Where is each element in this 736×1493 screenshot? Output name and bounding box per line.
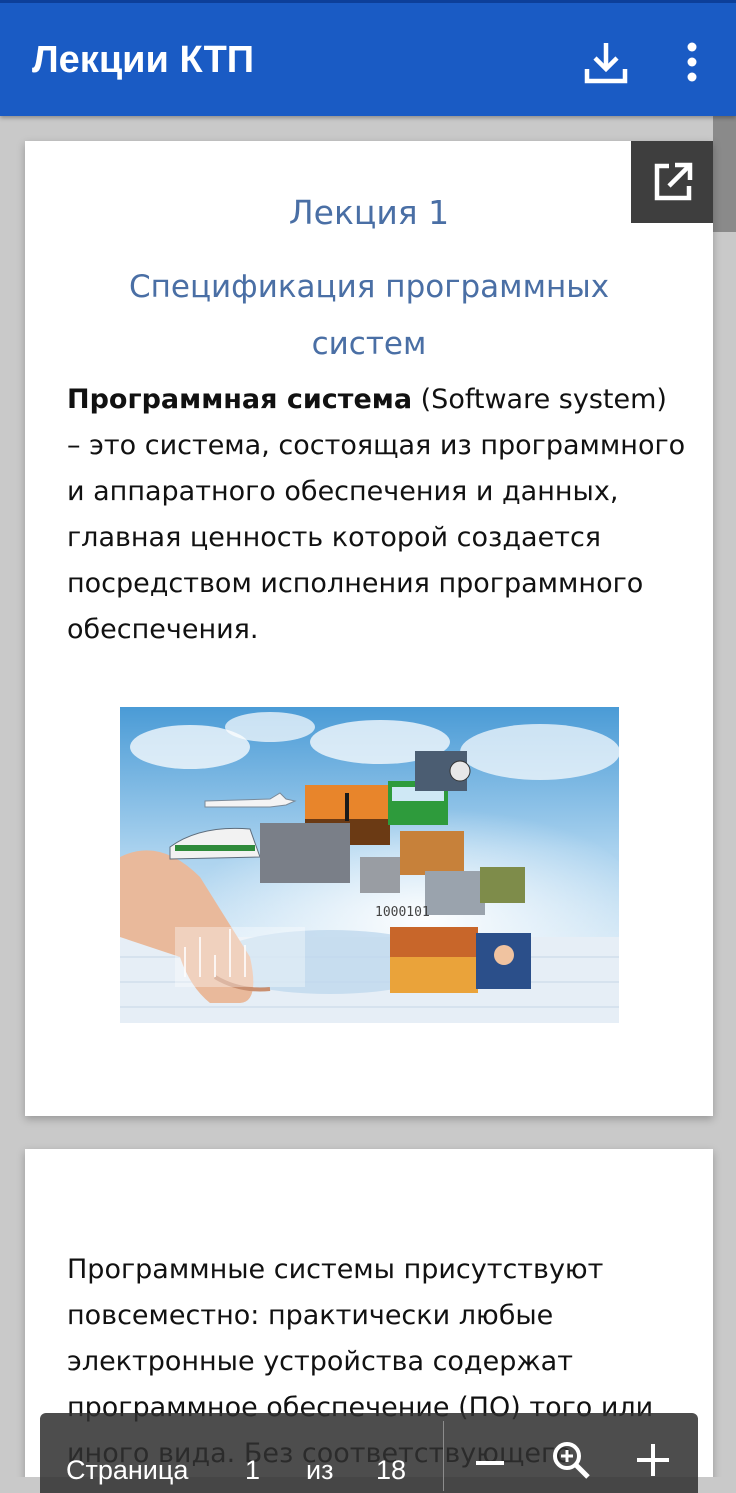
- illustration-binary-text: 1000101: [375, 905, 430, 920]
- plus-icon[interactable]: [632, 1439, 674, 1481]
- lecture-number-heading: Лекция 1: [288, 193, 450, 232]
- page-label: Страница: [66, 1455, 189, 1485]
- lecture-title-heading: Спецификация программных систем: [128, 269, 610, 362]
- pager-divider: [443, 1421, 444, 1491]
- download-icon[interactable]: [580, 37, 632, 89]
- current-page-number[interactable]: 1: [245, 1455, 260, 1486]
- total-pages: 18: [376, 1455, 407, 1485]
- more-vert-icon[interactable]: [672, 37, 712, 89]
- document-viewer[interactable]: Лекция 1 Спецификация программных систем…: [0, 116, 736, 1477]
- app-title: Лекции КТП: [32, 39, 255, 81]
- zoom-in-icon[interactable]: [548, 1437, 594, 1483]
- software-systems-illustration: 1000101: [120, 707, 619, 1023]
- minus-icon[interactable]: [470, 1443, 510, 1483]
- app-bar: Лекции КТП: [0, 0, 736, 116]
- defined-term: Программная система: [67, 384, 413, 415]
- document-page-1: Лекция 1 Спецификация программных систем…: [25, 141, 713, 1116]
- definition-paragraph: Программная система (Software system) – …: [67, 377, 687, 653]
- page-navigation-bar: Страница 1 из 18: [40, 1413, 698, 1493]
- scrollbar-thumb[interactable]: [713, 116, 736, 232]
- definition-text: (Software system) – это система, состоящ…: [67, 384, 686, 645]
- of-label: из: [306, 1455, 334, 1485]
